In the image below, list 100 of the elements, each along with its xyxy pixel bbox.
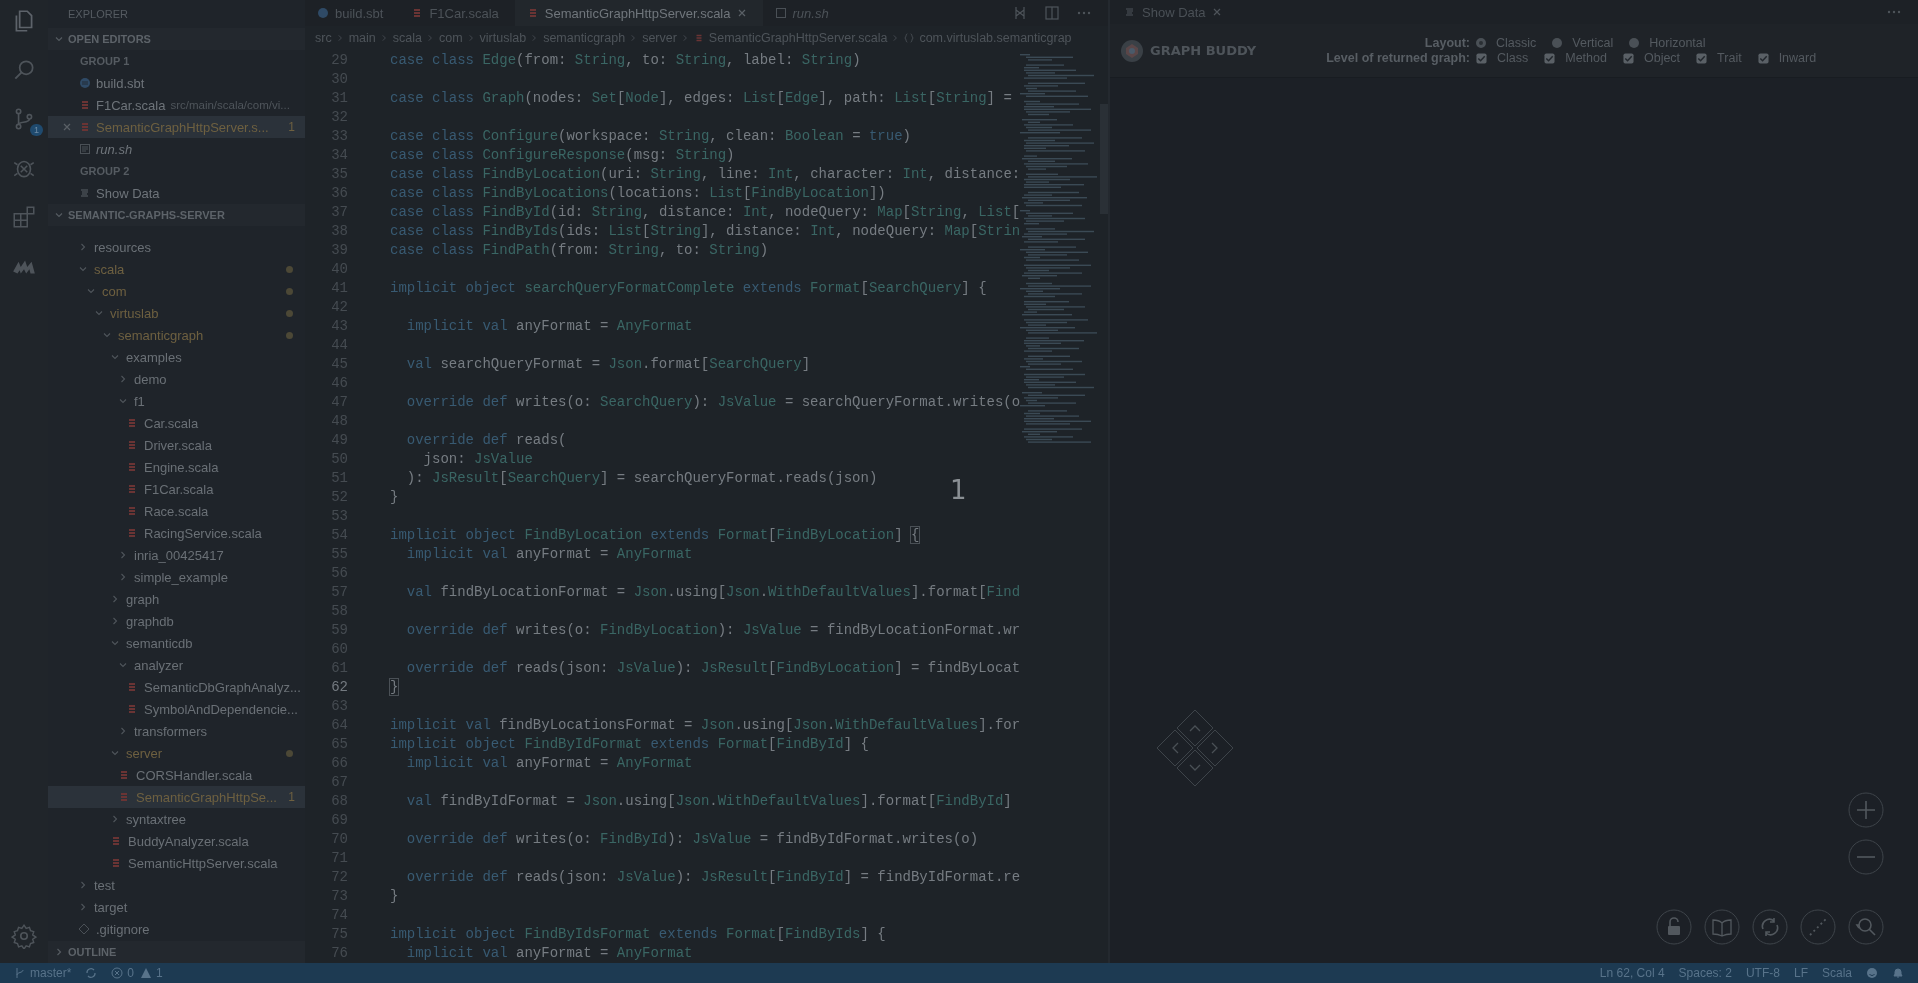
tree-item[interactable]: graph <box>48 588 305 610</box>
tree-item[interactable]: syntaxtree <box>48 808 305 830</box>
modified-dot <box>286 331 293 339</box>
cursor-position[interactable]: Ln 62, Col 4 <box>1599 966 1665 980</box>
unlock-icon[interactable] <box>1656 909 1692 945</box>
refresh-icon[interactable] <box>1752 909 1788 945</box>
reset-search-icon[interactable] <box>1848 909 1884 945</box>
code-line: override def reads(json: JsValue): JsResult[FindById] = findByIdFormat.re <box>405 868 1020 887</box>
git-file-icon <box>78 923 90 935</box>
scala-file-icon <box>79 99 91 111</box>
section-header[interactable]: OUTLINE <box>48 941 305 963</box>
tree-item[interactable]: F1Car.scala <box>48 478 305 500</box>
tree-item[interactable]: SemanticHttpServer.scala <box>48 852 305 874</box>
indentation-status[interactable]: Spaces: 2 <box>1678 966 1732 980</box>
open-editor-item[interactable]: build.sbt <box>48 72 305 94</box>
modified-dot <box>286 265 293 273</box>
checkbox-icon[interactable] <box>1544 52 1556 64</box>
open-editor-item[interactable]: Show Data <box>48 182 305 204</box>
code-line: val findByIdFormat = Json.using[Json.WithDefaultValues].format[FindById] <box>405 792 1012 811</box>
code-line: implicit val findByLocationsFormat = Json.using[Json.WithDefaultValues].for <box>390 716 1020 735</box>
warnings-status[interactable]: 1 <box>140 966 163 980</box>
section-header[interactable]: SEMANTIC-GRAPHS-SERVER <box>48 204 305 226</box>
tree-item[interactable]: .gitignore <box>48 918 305 940</box>
tree-item[interactable]: Engine.scala <box>48 456 305 478</box>
tree-item[interactable]: demo <box>48 368 305 390</box>
tree-item[interactable]: simple_example <box>48 566 305 588</box>
tree-item[interactable]: f1 <box>48 390 305 412</box>
checkbox-icon[interactable] <box>1622 52 1634 64</box>
settings-icon[interactable] <box>11 923 37 949</box>
tree-item[interactable]: inria_00425417 <box>48 544 305 566</box>
tree-item[interactable]: target <box>48 896 305 918</box>
book-icon[interactable] <box>1704 909 1740 945</box>
editor-tab[interactable]: SemanticGraphHttpServer.scala <box>514 0 763 26</box>
layout-radio[interactable]: Horizontal <box>1629 36 1706 50</box>
sync-icon[interactable] <box>85 967 98 979</box>
checkbox-icon[interactable] <box>1476 52 1487 64</box>
radio-icon[interactable] <box>1552 38 1563 48</box>
extensions-icon[interactable] <box>11 204 37 230</box>
tree-item[interactable]: RacingService.scala <box>48 522 305 544</box>
checkbox-icon[interactable] <box>1757 52 1769 64</box>
smiley-icon[interactable] <box>1866 967 1878 979</box>
code-line: implicit object searchQueryFormatComplete extends Format[SearchQuery] { <box>390 279 987 298</box>
layout-radio[interactable]: Vertical <box>1552 36 1614 50</box>
section-header[interactable]: OPEN EDITORS <box>48 28 305 50</box>
tree-item[interactable]: test <box>48 874 305 896</box>
branch-status[interactable]: master* <box>14 966 72 980</box>
bell-icon[interactable] <box>1892 967 1904 979</box>
tree-item[interactable]: CORSHandler.scala <box>48 764 305 786</box>
code-line: } <box>390 887 399 906</box>
open-editor-item[interactable]: run.sh <box>48 138 305 160</box>
level-checkbox[interactable]: Trait <box>1696 51 1742 65</box>
close-icon[interactable] <box>1211 7 1222 17</box>
encoding-status[interactable]: UTF-8 <box>1745 966 1780 980</box>
open-editor-item[interactable]: SemanticGraphHttpServer.s... 1 <box>48 116 305 138</box>
code-line: case class ConfigureResponse(msg: String) <box>390 146 735 165</box>
notification-badge: 1 <box>30 124 43 136</box>
scala-file-icon <box>126 703 138 715</box>
split-editor-icon[interactable] <box>1044 5 1060 21</box>
tree-item[interactable]: Car.scala <box>48 412 305 434</box>
tree-item[interactable]: virtuslab <box>48 302 305 324</box>
radio-icon[interactable] <box>1476 38 1486 48</box>
code-line: implicit val anyFormat = AnyFormat <box>405 545 693 564</box>
tree-item[interactable]: examples <box>48 346 305 368</box>
checkbox-icon[interactable] <box>1696 52 1708 64</box>
tree-item[interactable]: BuddyAnalyzer.scala <box>48 830 305 852</box>
close-icon[interactable] <box>736 8 747 18</box>
level-checkbox[interactable]: Class <box>1476 51 1529 65</box>
errors-status[interactable]: 0 <box>111 966 135 980</box>
language-status[interactable]: Scala <box>1821 966 1852 980</box>
tree-item[interactable]: Driver.scala <box>48 434 305 456</box>
line-ending-status[interactable]: LF <box>1793 966 1808 980</box>
tree-item[interactable]: graphdb <box>48 610 305 632</box>
tree-item[interactable]: scala <box>48 258 305 280</box>
tree-item[interactable]: semanticgraph <box>48 324 305 346</box>
zoom-out-icon[interactable] <box>1848 839 1884 875</box>
zoom-in-icon[interactable] <box>1848 792 1884 828</box>
compare-icon[interactable] <box>1012 5 1028 21</box>
code-line: override def reads( <box>405 431 567 450</box>
tree-item[interactable]: com <box>48 280 305 302</box>
chevron-down-icon <box>54 210 64 220</box>
scala-file-icon <box>126 461 138 473</box>
tree-item[interactable]: transformers <box>48 720 305 742</box>
line-number: 62 <box>330 678 348 697</box>
radio-icon[interactable] <box>1629 38 1640 48</box>
layout-radio[interactable]: Classic <box>1476 36 1537 50</box>
tree-item[interactable]: SemanticDbGraphAnalyz... <box>48 676 305 698</box>
level-checkbox[interactable]: Inward <box>1757 51 1817 65</box>
scala-file-icon <box>126 417 138 429</box>
tree-item[interactable]: semanticdb <box>48 632 305 654</box>
tree-item[interactable]: analyzer <box>48 654 305 676</box>
tree-item[interactable]: resources <box>48 236 305 258</box>
close-icon[interactable] <box>62 122 72 132</box>
tree-item[interactable]: SemanticGraphHttpSe... 1 <box>48 786 305 808</box>
tree-item[interactable]: server <box>48 742 305 764</box>
pan-arrows-icon[interactable] <box>1155 708 1235 788</box>
chevron-right-icon <box>54 947 64 957</box>
level-checkbox[interactable]: Object <box>1622 51 1681 65</box>
tree-item[interactable]: SymbolAndDependencie... <box>48 698 305 720</box>
tree-item[interactable]: Race.scala <box>48 500 305 522</box>
level-checkbox[interactable]: Method <box>1544 51 1607 65</box>
